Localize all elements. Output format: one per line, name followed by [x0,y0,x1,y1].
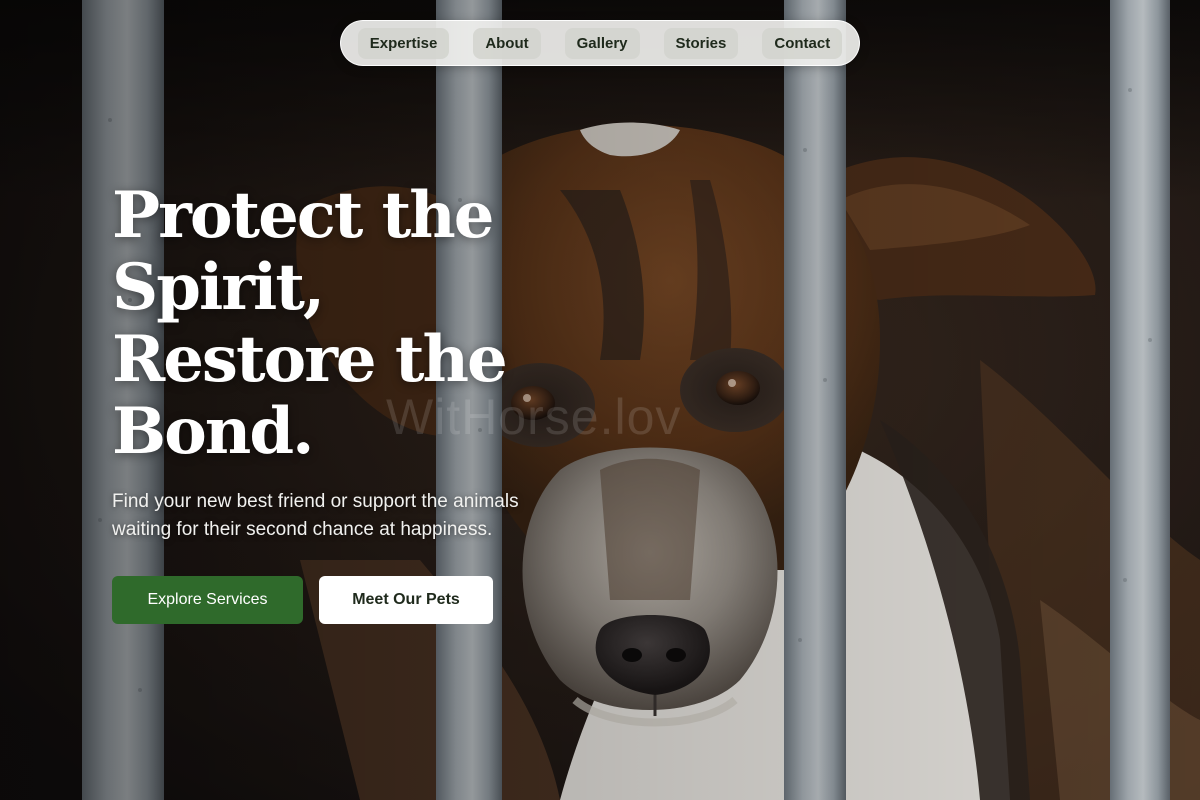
explore-services-button[interactable]: Explore Services [112,576,303,624]
hero-section: WitHorse.lov Expertise About Gallery Sto… [0,0,1200,800]
headline-line: Restore the [112,322,508,397]
nav-item-contact[interactable]: Contact [762,27,843,59]
nav-item-stories[interactable]: Stories [663,27,739,59]
hero-subtitle: Find your new best friend or support the… [112,488,592,544]
nav-item-about[interactable]: About [473,27,541,59]
subtitle-line: waiting for their second chance at happi… [112,519,493,540]
headline-line: Spirit, [112,250,325,325]
headline-line: Protect the [112,178,494,253]
nav-item-gallery[interactable]: Gallery [564,27,640,59]
subtitle-line: Find your new best friend or support the… [112,491,519,512]
headline-line: Bond. [112,394,314,469]
meet-our-pets-button[interactable]: Meet Our Pets [319,576,493,624]
hero-headline: Protect the Spirit, Restore the Bond. [112,180,572,468]
top-nav: Expertise About Gallery Stories Contact [340,20,860,66]
nav-item-expertise[interactable]: Expertise [357,27,450,59]
